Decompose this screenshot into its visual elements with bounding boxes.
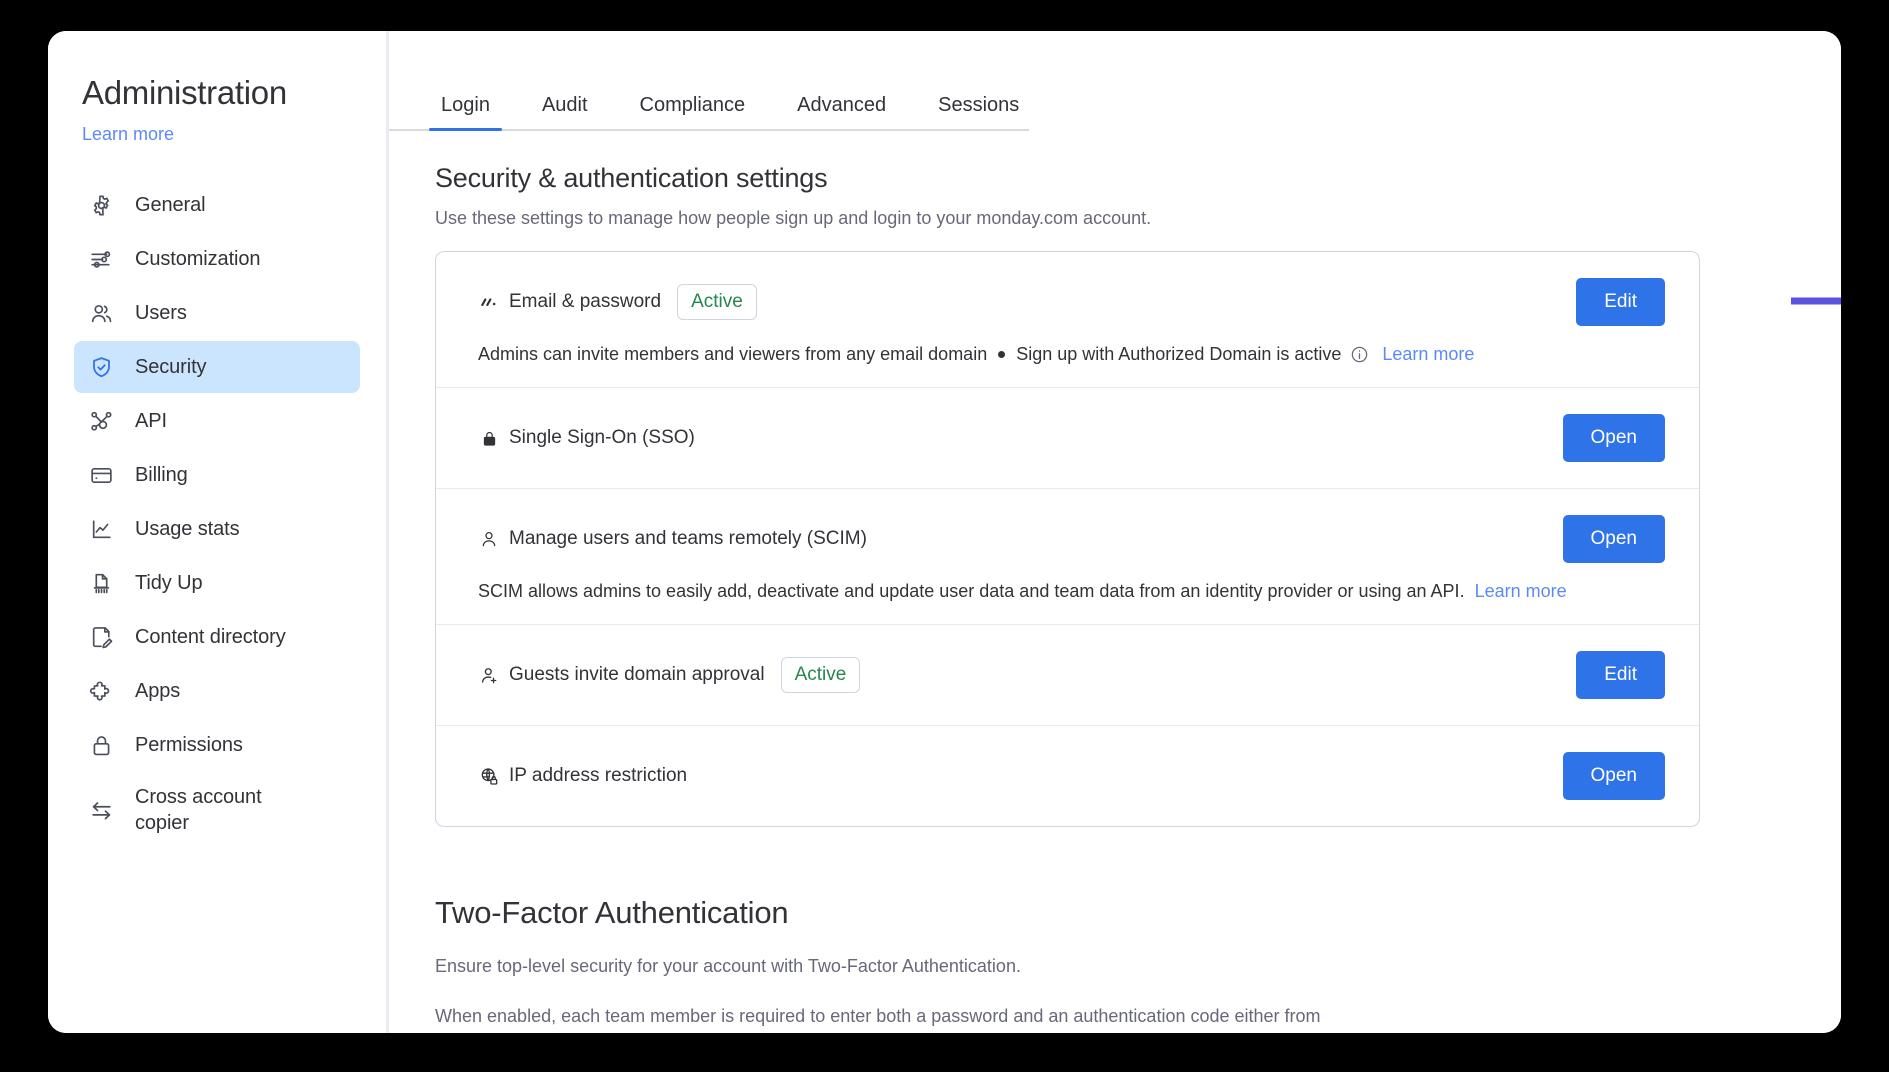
section-subtitle: Use these settings to manage how people … (435, 208, 1152, 228)
row-actions: Edit (1576, 278, 1665, 326)
open-button[interactable]: Open (1562, 414, 1665, 462)
transfer-arrows-icon (88, 797, 114, 823)
row-description-part-2: Sign up with Authorized Domain is active (1016, 344, 1342, 364)
gear-icon (88, 192, 114, 218)
row-actions: Open (1562, 414, 1665, 462)
page-title: Administration (82, 74, 287, 111)
info-circle-icon[interactable] (1350, 345, 1369, 364)
sidebar-item-api[interactable]: API (74, 395, 360, 447)
broom-icon (88, 570, 114, 596)
row-label-text: Manage users and teams remotely (SCIM) (509, 528, 867, 549)
sidebar-nav: General Customization Users Security API… (48, 179, 386, 847)
tab-bar: Login Audit Compliance Advanced Sessions (389, 79, 1029, 131)
sidebar-item-label: Billing (135, 464, 188, 486)
sidebar-item-label: Tidy Up (135, 572, 203, 594)
sidebar-item-cross-account-copier[interactable]: Cross account copier (74, 773, 360, 847)
sidebar-item-permissions[interactable]: Permissions (74, 719, 360, 771)
row-label-text: IP address restriction (509, 765, 688, 786)
document-edit-icon (88, 624, 114, 650)
open-button[interactable]: Open (1562, 752, 1665, 800)
learn-more-link[interactable]: Learn more (1382, 344, 1474, 365)
sidebar-item-label: API (135, 410, 167, 432)
tab-advanced[interactable]: Advanced (785, 93, 898, 129)
sidebar-item-users[interactable]: Users (74, 287, 360, 339)
puzzle-icon (88, 678, 114, 704)
two-factor-title: Two-Factor Authentication (435, 895, 789, 930)
api-nodes-icon (88, 408, 114, 434)
row-description: SCIM allows admins to easily add, deacti… (478, 581, 1665, 602)
row-actions: Edit (1576, 651, 1665, 699)
row-label: Manage users and teams remotely (SCIM) (478, 528, 867, 550)
sidebar-item-security[interactable]: Security (74, 341, 360, 393)
sidebar-learn-more-link[interactable]: Learn more (48, 115, 174, 147)
sidebar-item-label: Usage stats (135, 518, 240, 540)
row-actions: Open (1562, 752, 1665, 800)
section-title: Security & authentication settings (435, 163, 828, 193)
shield-check-icon (88, 354, 114, 380)
learn-more-link[interactable]: Learn more (1475, 581, 1567, 602)
open-button[interactable]: Open (1562, 515, 1665, 563)
row-label: Email & password (478, 291, 661, 313)
setting-row-sso: Single Sign-On (SSO) Open (436, 388, 1699, 489)
monday-logo-icon (478, 291, 500, 313)
row-description-part-1: Admins can invite members and viewers fr… (478, 344, 988, 364)
sidebar-item-general[interactable]: General (74, 179, 360, 231)
row-label-text: Guests invite domain approval (509, 664, 765, 685)
row-label-text: Email & password (509, 291, 662, 312)
setting-row-email-password: Email & password Active Edit Admins can … (436, 252, 1699, 388)
main-content: Login Audit Compliance Advanced Sessions… (386, 31, 1841, 1033)
setting-row-guests-invite-domain-approval: Guests invite domain approval Active Edi… (436, 625, 1699, 726)
tab-audit[interactable]: Audit (530, 93, 600, 129)
sidebar-item-apps[interactable]: Apps (74, 665, 360, 717)
users-icon (88, 300, 114, 326)
person-icon (478, 528, 500, 550)
sidebar-item-label: Permissions (135, 734, 243, 756)
tab-login[interactable]: Login (429, 93, 502, 131)
two-factor-authentication-section: Two-Factor Authentication Ensure top-lev… (435, 895, 1700, 1033)
sidebar-item-label: Users (135, 302, 187, 324)
two-factor-paragraph-1: Ensure top-level security for your accou… (435, 956, 1021, 976)
row-description-text: SCIM allows admins to easily add, deacti… (478, 581, 1465, 601)
setting-row-ip-address-restriction: IP address restriction Open (436, 726, 1699, 826)
two-factor-paragraph-2: When enabled, each team member is requir… (435, 1006, 1321, 1026)
tab-compliance[interactable]: Compliance (628, 93, 758, 129)
sidebar-item-label: General (135, 194, 206, 216)
credit-card-icon (88, 462, 114, 488)
sidebar-item-content-directory[interactable]: Content directory (74, 611, 360, 663)
lock-icon (478, 427, 500, 449)
globe-lock-icon (478, 765, 500, 787)
status-badge: Active (780, 657, 861, 693)
sidebar: Administration Learn more General Custom… (48, 31, 386, 1033)
setting-row-scim: Manage users and teams remotely (SCIM) O… (436, 489, 1699, 625)
edit-button[interactable]: Edit (1576, 651, 1665, 699)
bullet-separator-icon (998, 351, 1006, 358)
row-actions: Open (1562, 515, 1665, 563)
sidebar-item-label: Cross account copier (135, 786, 262, 834)
screen-root: Administration Learn more General Custom… (0, 0, 1889, 1072)
sidebar-item-label: Content directory (135, 626, 286, 648)
sidebar-item-tidy-up[interactable]: Tidy Up (74, 557, 360, 609)
status-badge: Active (677, 284, 757, 320)
chart-line-icon (88, 516, 114, 542)
lock-icon (88, 732, 114, 758)
sidebar-item-billing[interactable]: Billing (74, 449, 360, 501)
security-settings-card: Email & password Active Edit Admins can … (435, 251, 1700, 827)
row-description: Admins can invite members and viewers fr… (478, 344, 1665, 365)
row-label: IP address restriction (478, 765, 687, 787)
sidebar-item-usage-stats[interactable]: Usage stats (74, 503, 360, 555)
sidebar-item-customization[interactable]: Customization (74, 233, 360, 285)
row-label: Guests invite domain approval (478, 664, 765, 686)
tab-sessions[interactable]: Sessions (926, 93, 1031, 129)
sliders-icon (88, 246, 114, 272)
edit-button[interactable]: Edit (1576, 278, 1665, 326)
sidebar-item-label: Apps (135, 680, 181, 702)
sidebar-item-label: Customization (135, 248, 261, 270)
person-add-icon (478, 664, 500, 686)
row-label: Single Sign-On (SSO) (478, 427, 695, 449)
app-window: Administration Learn more General Custom… (48, 31, 1841, 1033)
row-label-text: Single Sign-On (SSO) (509, 427, 695, 448)
sidebar-item-label: Security (135, 356, 207, 378)
